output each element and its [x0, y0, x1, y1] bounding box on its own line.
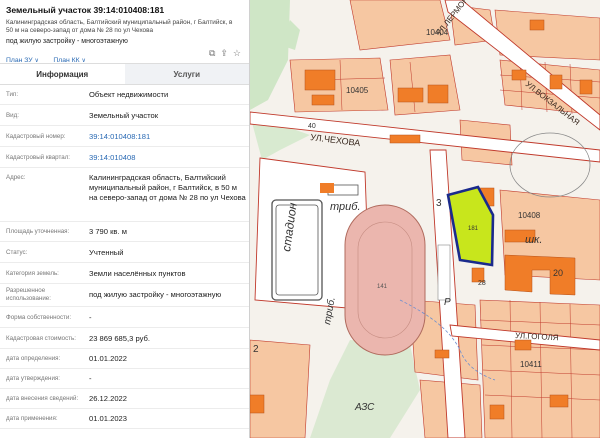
attr-value: Земли населённых пунктов [89, 269, 186, 278]
attr-row: Форма собственности: - [0, 307, 249, 328]
attr-label: дата определения: [6, 355, 61, 362]
attr-label: Статус: [6, 249, 28, 256]
cadastral-number-link[interactable]: 39:14:010408:181 [89, 132, 247, 142]
info-panel: Земельный участок 39:14:010408:181 Калин… [0, 0, 250, 438]
parcel-number-141: 141 [377, 284, 388, 290]
attr-value: Калининградская область, Балтийский муни… [89, 173, 246, 202]
attr-label: Кадастровый квартал: [6, 154, 71, 161]
attr-value: - [89, 374, 92, 383]
attr-row: дата внесения сведений: 26.12.2022 [0, 389, 249, 409]
search-plan-icon[interactable]: ⧉ [209, 48, 215, 58]
house-number-28: 28 [478, 280, 486, 287]
quarter-label-10408: 10408 [518, 211, 541, 220]
attr-row: Кадастровый квартал: 39:14:010408 [0, 147, 249, 168]
attr-value: 01.01.2022 [89, 354, 128, 363]
attr-label: дата внесения сведений: [6, 395, 79, 402]
attr-row: Адрес: Калининградская область, Балтийск… [0, 168, 249, 222]
plan-links: План ЗУ ∨ План КК ∨ ⧉ ⇪ ☆ [6, 48, 243, 64]
plan-zu-link[interactable]: План ЗУ ∨ [6, 57, 39, 64]
attr-label: дата применения: [6, 415, 58, 422]
attr-row: Категория земель: Земли населённых пункт… [0, 263, 249, 284]
house-number-3: 3 [436, 198, 442, 209]
tab-information[interactable]: Информация [0, 64, 125, 84]
cadastral-map[interactable]: УЛ.ЛЕРМОНТОВА УЛ.ЧЕХОВА УЛ.ВОКЗАЛЬНАЯ УЛ… [250, 0, 600, 438]
parcel-title: Земельный участок 39:14:010408:181 [6, 5, 165, 15]
attr-value: Объект недвижимости [89, 90, 169, 99]
chevron-down-icon: ∨ [81, 58, 86, 64]
attr-row: Статус: Учтенный [0, 242, 249, 263]
attr-label: Тип: [6, 91, 19, 98]
attr-value: 01.01.2023 [89, 414, 128, 423]
house-number-2: 2 [253, 344, 259, 355]
attr-label: Разрешенное использование: [6, 287, 51, 302]
tab-services[interactable]: Услуги [124, 64, 249, 84]
header-actions: ⧉ ⇪ ☆ [204, 48, 241, 59]
attr-row: Площадь уточненная: 3 790 кв. м [0, 222, 249, 242]
map-canvas[interactable]: УЛ.ЛЕРМОНТОВА УЛ.ЧЕХОВА УЛ.ВОКЗАЛЬНАЯ УЛ… [250, 0, 600, 438]
attr-label: дата утверждения: [6, 375, 61, 382]
cadastral-quarter-link[interactable]: 39:14:010408 [89, 153, 247, 163]
quarter-label-10404: 10404 [426, 28, 449, 37]
gas-station-label: АЗС [354, 402, 375, 413]
parcel-address: Калининградская область, Балтийский муни… [6, 19, 233, 34]
house-number-40: 40 [308, 123, 316, 130]
tribune-label-1: триб. [330, 201, 361, 213]
quarter-label-10411: 10411 [520, 360, 542, 369]
school-label: шк. [525, 234, 542, 246]
attr-label: Форма собственности: [6, 314, 72, 321]
house-number-20: 20 [553, 268, 563, 278]
star-icon[interactable]: ☆ [233, 48, 241, 58]
attr-row: Тип: Объект недвижимости [0, 85, 249, 105]
attr-row: Кадастровая стоимость: 23 869 685,3 руб. [0, 328, 249, 349]
attr-value: 23 869 685,3 руб. [89, 334, 150, 343]
parking-label: Р [444, 297, 451, 308]
attr-row: дата применения: 01.01.2023 [0, 409, 249, 429]
panel-header: Земельный участок 39:14:010408:181 Калин… [0, 0, 249, 64]
attr-row: Разрешенное использование: под жилую зас… [0, 284, 249, 307]
panel-tabs: Информация Услуги [0, 63, 249, 85]
attr-label: Кадастровый номер: [6, 133, 66, 140]
attr-label: Кадастровая стоимость: [6, 335, 76, 342]
attr-value: 3 790 кв. м [89, 227, 127, 236]
attr-value: 26.12.2022 [89, 394, 128, 403]
attr-value: - [89, 313, 92, 322]
attr-value: Земельный участок [89, 111, 159, 120]
attr-row: Кадастровый номер: 39:14:010408:181 [0, 126, 249, 147]
attr-label: Категория земель: [6, 270, 59, 277]
attr-value: под жилую застройку - многоэтажную [89, 290, 222, 299]
attr-label: Адрес: [6, 174, 26, 181]
attr-row: Вид: Земельный участок [0, 105, 249, 126]
parcel-use: под жилую застройку - многоэтажную [6, 38, 128, 45]
attr-label: Вид: [6, 112, 19, 119]
quarter-label-10405: 10405 [346, 86, 369, 95]
share-icon[interactable]: ⇪ [220, 48, 228, 58]
attr-label: Площадь уточненная: [6, 228, 70, 235]
chevron-down-icon: ∨ [34, 58, 39, 64]
attr-row: дата определения: 01.01.2022 [0, 349, 249, 369]
attr-row: дата утверждения: - [0, 369, 249, 389]
parcel-number-181: 181 [468, 226, 479, 232]
plan-kk-link[interactable]: План КК ∨ [53, 57, 86, 64]
attr-value: Учтенный [89, 248, 124, 257]
